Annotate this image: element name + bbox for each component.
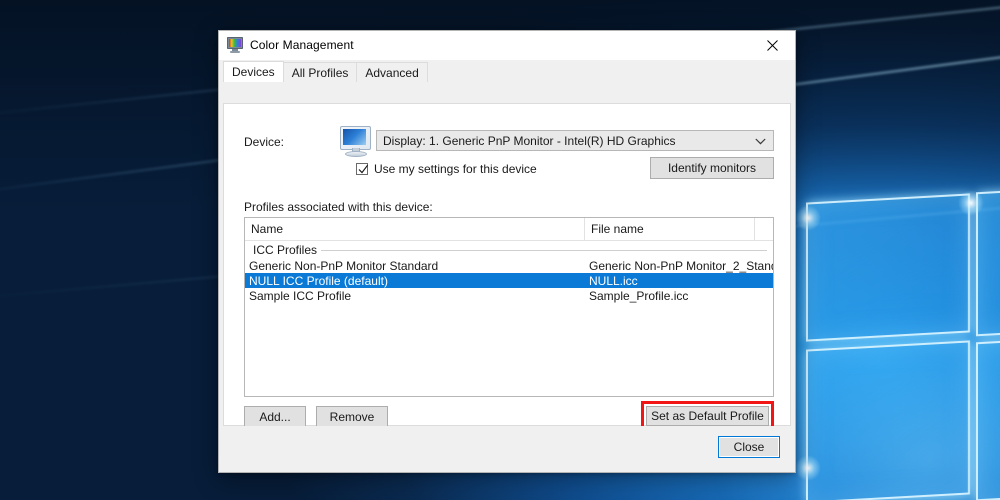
set-default-profile-label: Set as Default Profile [651,409,764,423]
column-header-spacer [755,218,773,240]
color-monitor-icon [227,37,243,53]
close-button[interactable]: Close [718,436,780,458]
color-management-dialog: Color Management Devices All Profiles Ad… [218,30,796,473]
group-divider [321,250,767,251]
wallpaper-sparkle [795,455,821,481]
profiles-caption: Profiles associated with this device: [244,200,433,214]
chevron-down-icon [755,134,766,148]
device-dropdown-value: Display: 1. Generic PnP Monitor - Intel(… [383,133,676,148]
tab-all-profiles[interactable]: All Profiles [282,62,358,82]
device-dropdown[interactable]: Display: 1. Generic PnP Monitor - Intel(… [376,130,774,151]
set-default-profile-button[interactable]: Set as Default Profile [646,406,769,426]
use-my-settings-row[interactable]: Use my settings for this device [356,162,537,176]
tab-devices[interactable]: Devices [223,61,284,82]
column-header-file-name[interactable]: File name [585,218,755,240]
tab-strip: Devices All Profiles Advanced [223,60,795,82]
add-button[interactable]: Add... [244,406,306,428]
profile-file-name: NULL.icc [589,273,638,288]
close-icon[interactable] [750,31,795,59]
list-group-header: ICC Profiles [245,241,773,258]
identify-monitors-label: Identify monitors [667,161,757,175]
table-row[interactable]: Sample ICC Profile Sample_Profile.icc [245,288,773,303]
profile-name: Sample ICC Profile [249,288,352,303]
add-button-label: Add... [259,410,291,424]
close-button-label: Close [733,440,765,454]
wallpaper-sparkle [795,205,821,231]
windows-logo-pane [806,340,970,500]
identify-monitors-button[interactable]: Identify monitors [650,157,774,179]
dialog-footer: Close [219,426,795,472]
monitor-icon [338,126,372,157]
profile-name: Generic Non-PnP Monitor Standard [249,258,439,273]
devices-tab-panel: Device: Display: 1. Generic PnP Monitor … [223,103,791,466]
title-bar: Color Management [219,31,795,60]
device-selector-row: Device: Display: 1. Generic PnP Monitor … [244,126,774,158]
tab-devices-label: Devices [232,65,275,79]
list-header: Name File name [245,218,773,241]
table-row[interactable]: Generic Non-PnP Monitor Standard Generic… [245,258,773,273]
profile-file-name: Sample_Profile.icc [589,288,689,303]
tab-advanced-label: Advanced [365,65,419,80]
use-my-settings-checkbox[interactable] [356,163,369,175]
remove-button-label: Remove [329,410,375,424]
tab-advanced[interactable]: Advanced [356,62,428,82]
tab-all-profiles-label: All Profiles [291,65,349,80]
windows-logo-pane [976,333,1000,500]
wallpaper-sparkle [958,190,984,216]
device-label: Device: [244,135,285,149]
remove-button[interactable]: Remove [316,406,388,428]
list-group-label: ICC Profiles [253,242,318,257]
use-my-settings-label: Use my settings for this device [374,162,537,176]
profile-name: NULL ICC Profile (default) [249,273,388,288]
profiles-list[interactable]: Name File name ICC Profiles Generic Non-… [244,217,774,397]
column-header-name[interactable]: Name [245,218,585,240]
window-title: Color Management [250,38,354,52]
table-row[interactable]: NULL ICC Profile (default) NULL.icc [245,273,773,288]
profile-file-name: Generic Non-PnP Monitor_2_Standar... [589,258,773,273]
windows-logo-pane [806,193,970,342]
